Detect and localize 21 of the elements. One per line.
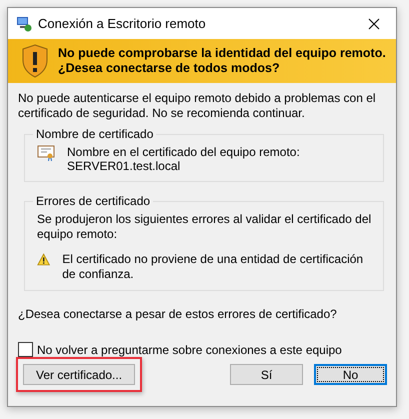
errors-description: Se produjeron los siguientes errores al validar el certificado del equipo remoto: <box>37 212 372 242</box>
remote-desktop-icon <box>16 16 32 32</box>
certificate-icon <box>37 145 55 161</box>
warning-heading: No puede comprobarse la identidad del equipo remoto. <box>58 46 386 61</box>
question-text: ¿Desea conectarse a pesar de estos errores de certificado? <box>18 307 338 322</box>
warning-icon <box>37 252 50 267</box>
dialog-button[interactable]: No <box>314 364 387 385</box>
group-legend: Nombre de certificado <box>33 127 156 141</box>
close-icon[interactable] <box>368 18 380 30</box>
certificate-name-value: SERVER01.test.local <box>67 159 182 173</box>
group-legend: Errores de certificado <box>33 194 154 208</box>
certificate-name-label: Nombre en el certificado del equipo remoto: <box>67 145 300 159</box>
dialog-button[interactable]: Sí <box>230 364 303 385</box>
intro-text: No puede autenticarse el equipo remoto debido a problemas con el certificado de seguridad. No se recomienda continuar. <box>18 91 377 121</box>
warning-heading: ¿Desea conectarse de todos modos? <box>58 61 281 76</box>
view-certificate-button[interactable]: Ver certificado... <box>23 364 136 385</box>
error-text: El certificado no proviene de una entidad de certificación de confianza. <box>62 252 364 282</box>
checkbox-label: No volver a preguntarme sobre conexiones a este equipo <box>37 342 342 356</box>
shield-warning-icon <box>22 44 48 78</box>
window-title: Conexión a Escritorio remoto <box>38 16 207 31</box>
checkbox[interactable] <box>18 342 33 357</box>
